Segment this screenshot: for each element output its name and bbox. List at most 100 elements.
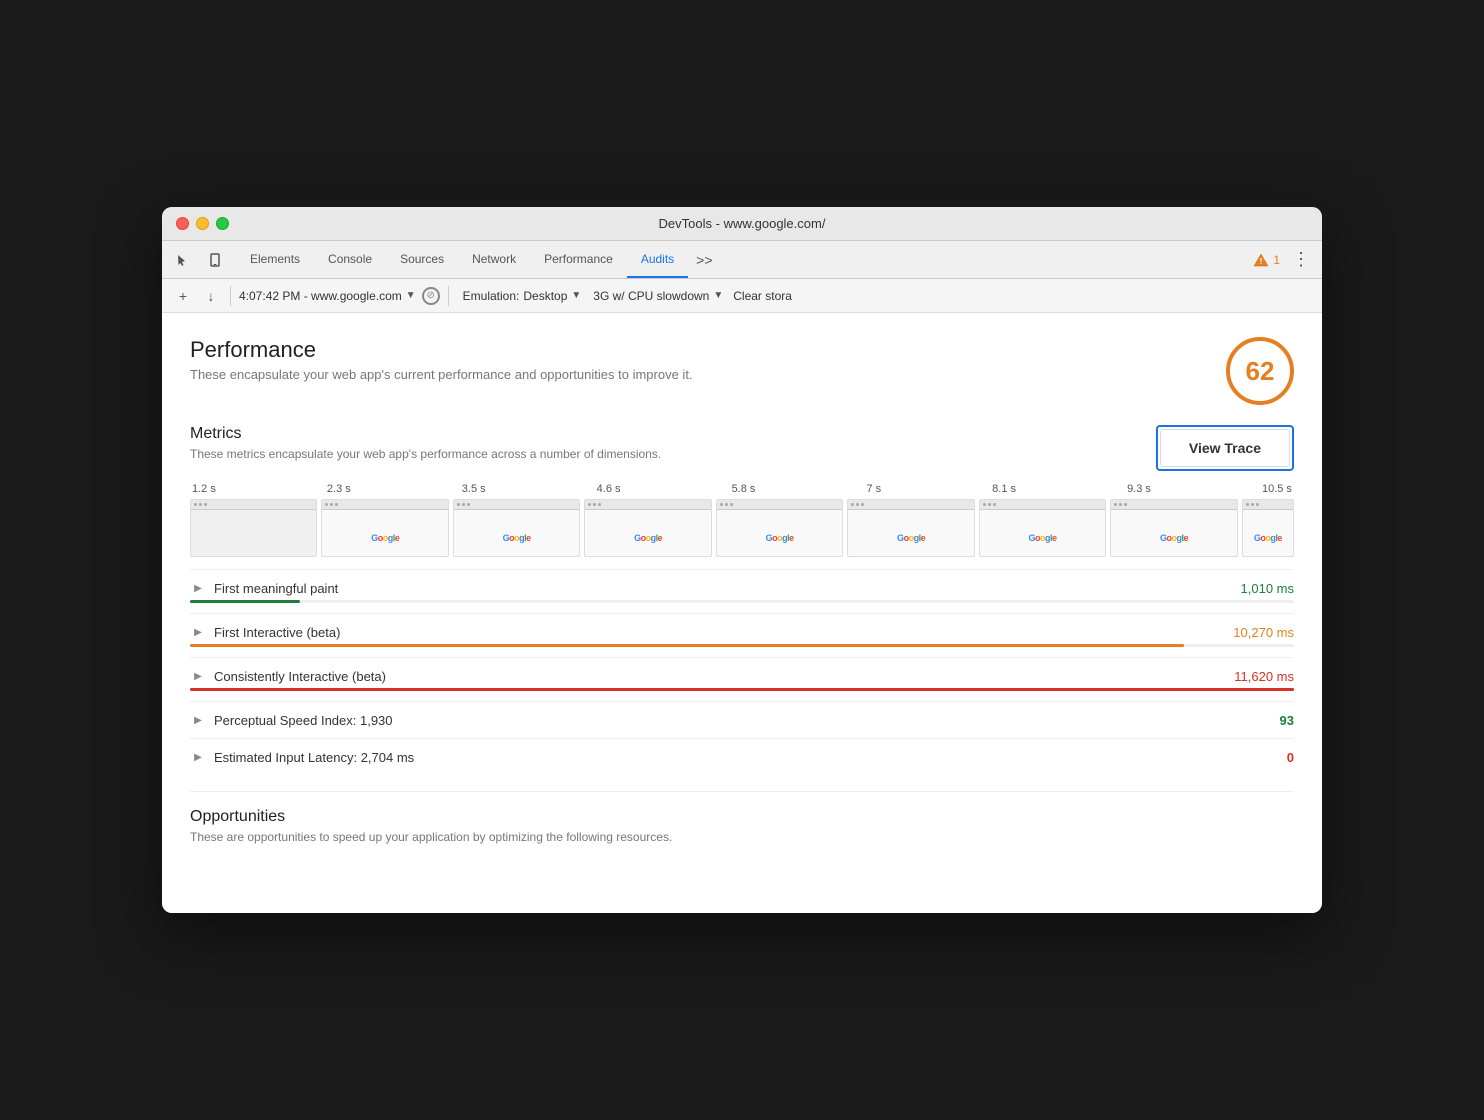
performance-desc: These encapsulate your web app's current… (190, 367, 693, 382)
devtools-window: DevTools - www.google.com/ Elements Cons… (162, 207, 1322, 913)
metric-row-fi: ▶ First Interactive (beta) 10,270 ms (190, 613, 1294, 657)
frame-6: Google (847, 499, 974, 557)
more-tabs-button[interactable]: >> (688, 241, 720, 278)
more-options-button[interactable]: ⋮ (1288, 249, 1314, 270)
throttle-label: 3G w/ CPU slowdown (593, 289, 709, 303)
metric-expand-fmp[interactable]: ▶ (190, 580, 206, 596)
warning-badge[interactable]: ! 1 (1253, 253, 1280, 267)
view-trace-button[interactable]: View Trace (1160, 429, 1290, 467)
ci-value: 11,620 ms (1234, 669, 1294, 684)
clear-storage-label[interactable]: Clear stora (733, 289, 792, 303)
divider (230, 286, 231, 306)
subbar: + ↓ 4:07:42 PM - www.google.com ▼ ⊘ Emul… (162, 279, 1322, 313)
throttle-area: 3G w/ CPU slowdown ▼ (593, 289, 723, 303)
frame-5: Google (716, 499, 843, 557)
metrics-header-text: Metrics These metrics encapsulate your w… (190, 425, 661, 461)
desktop-dropdown[interactable]: ▼ (571, 290, 581, 301)
label-3: 4.6 s (597, 483, 621, 495)
metrics-header: Metrics These metrics encapsulate your w… (190, 425, 1294, 471)
opportunities-section: Opportunities These are opportunities to… (190, 791, 1294, 844)
metric-row-ci: ▶ Consistently Interactive (beta) 11,620… (190, 657, 1294, 701)
tab-performance[interactable]: Performance (530, 241, 627, 278)
traffic-lights (176, 217, 229, 230)
window-title: DevTools - www.google.com/ (659, 216, 826, 231)
frame-2: Google (321, 499, 448, 557)
url-dropdown-arrow[interactable]: ▼ (406, 290, 416, 301)
metric-row-eil: ▶ Estimated Input Latency: 2,704 ms 0 (190, 738, 1294, 775)
label-7: 9.3 s (1127, 483, 1151, 495)
ci-progress-bar (190, 688, 1294, 691)
label-2: 3.5 s (462, 483, 486, 495)
mobile-icon[interactable] (202, 247, 228, 273)
frame-3: Google (453, 499, 580, 557)
add-button[interactable]: + (172, 285, 194, 307)
fmp-bar-fill (190, 600, 300, 603)
titlebar: DevTools - www.google.com/ (162, 207, 1322, 241)
performance-title: Performance (190, 337, 693, 363)
emulation-label: Emulation: (463, 289, 520, 303)
toolbar-right: ! 1 ⋮ (1253, 249, 1314, 270)
label-8: 10.5 s (1262, 483, 1292, 495)
opportunities-title: Opportunities (190, 808, 1294, 826)
fmp-label: First meaningful paint (214, 581, 1241, 596)
desktop-label: Desktop (523, 289, 567, 303)
tab-sources[interactable]: Sources (386, 241, 458, 278)
metrics-section: Metrics These metrics encapsulate your w… (190, 425, 1294, 775)
psi-label: Perceptual Speed Index: 1,930 (214, 713, 1268, 728)
performance-header-text: Performance These encapsulate your web a… (190, 337, 693, 382)
tabs-container: Elements Console Sources Network Perform… (236, 241, 721, 278)
devtools-icons (170, 247, 228, 273)
eil-score: 0 (1287, 750, 1294, 765)
opportunities-desc: These are opportunities to speed up your… (190, 830, 1294, 844)
cursor-icon[interactable] (170, 247, 196, 273)
close-button[interactable] (176, 217, 189, 230)
metric-row-fmp: ▶ First meaningful paint 1,010 ms (190, 569, 1294, 613)
label-4: 5.8 s (732, 483, 756, 495)
throttle-dropdown[interactable]: ▼ (713, 290, 723, 301)
label-0: 1.2 s (192, 483, 216, 495)
performance-header: Performance These encapsulate your web a… (190, 337, 1294, 405)
fmp-progress-bar (190, 600, 1294, 603)
tab-audits[interactable]: Audits (627, 241, 688, 278)
label-1: 2.3 s (327, 483, 351, 495)
tab-elements[interactable]: Elements (236, 241, 314, 278)
metric-expand-eil[interactable]: ▶ (190, 749, 206, 765)
timeline-labels: 1.2 s 2.3 s 3.5 s 4.6 s 5.8 s 7 s 8.1 s … (190, 483, 1294, 495)
frame-9: Google (1242, 499, 1294, 557)
metric-row-psi: ▶ Perceptual Speed Index: 1,930 93 (190, 701, 1294, 738)
psi-score: 93 (1280, 713, 1294, 728)
divider2 (448, 286, 449, 306)
fi-value: 10,270 ms (1233, 625, 1294, 640)
fmp-value: 1,010 ms (1241, 581, 1294, 596)
tab-network[interactable]: Network (458, 241, 530, 278)
fi-progress-bar (190, 644, 1294, 647)
label-6: 8.1 s (992, 483, 1016, 495)
tab-console[interactable]: Console (314, 241, 386, 278)
metrics-title: Metrics (190, 425, 661, 443)
frame-1 (190, 499, 317, 557)
ci-bar-fill (190, 688, 1294, 691)
tabs-bar: Elements Console Sources Network Perform… (162, 241, 1322, 279)
main-content: Performance These encapsulate your web a… (162, 313, 1322, 913)
frame-7: Google (979, 499, 1106, 557)
metrics-desc: These metrics encapsulate your web app's… (190, 447, 661, 461)
warning-icon: ! (1253, 253, 1269, 267)
minimize-button[interactable] (196, 217, 209, 230)
maximize-button[interactable] (216, 217, 229, 230)
ci-label: Consistently Interactive (beta) (214, 669, 1234, 684)
timeline: 1.2 s 2.3 s 3.5 s 4.6 s 5.8 s 7 s 8.1 s … (190, 483, 1294, 557)
emulation-area: Emulation: Desktop ▼ (463, 289, 582, 303)
metric-expand-fi[interactable]: ▶ (190, 624, 206, 640)
download-button[interactable]: ↓ (200, 285, 222, 307)
no-cache-icon[interactable]: ⊘ (422, 287, 440, 305)
url-text: 4:07:42 PM - www.google.com (239, 289, 402, 303)
view-trace-container: View Trace (1156, 425, 1294, 471)
fi-label: First Interactive (beta) (214, 625, 1233, 640)
url-area: 4:07:42 PM - www.google.com ▼ (239, 289, 416, 303)
metric-expand-ci[interactable]: ▶ (190, 668, 206, 684)
frame-8: Google (1110, 499, 1237, 557)
eil-label: Estimated Input Latency: 2,704 ms (214, 750, 1275, 765)
metric-expand-psi[interactable]: ▶ (190, 712, 206, 728)
timeline-frames: Google Google Google (190, 499, 1294, 557)
score-circle: 62 (1226, 337, 1294, 405)
